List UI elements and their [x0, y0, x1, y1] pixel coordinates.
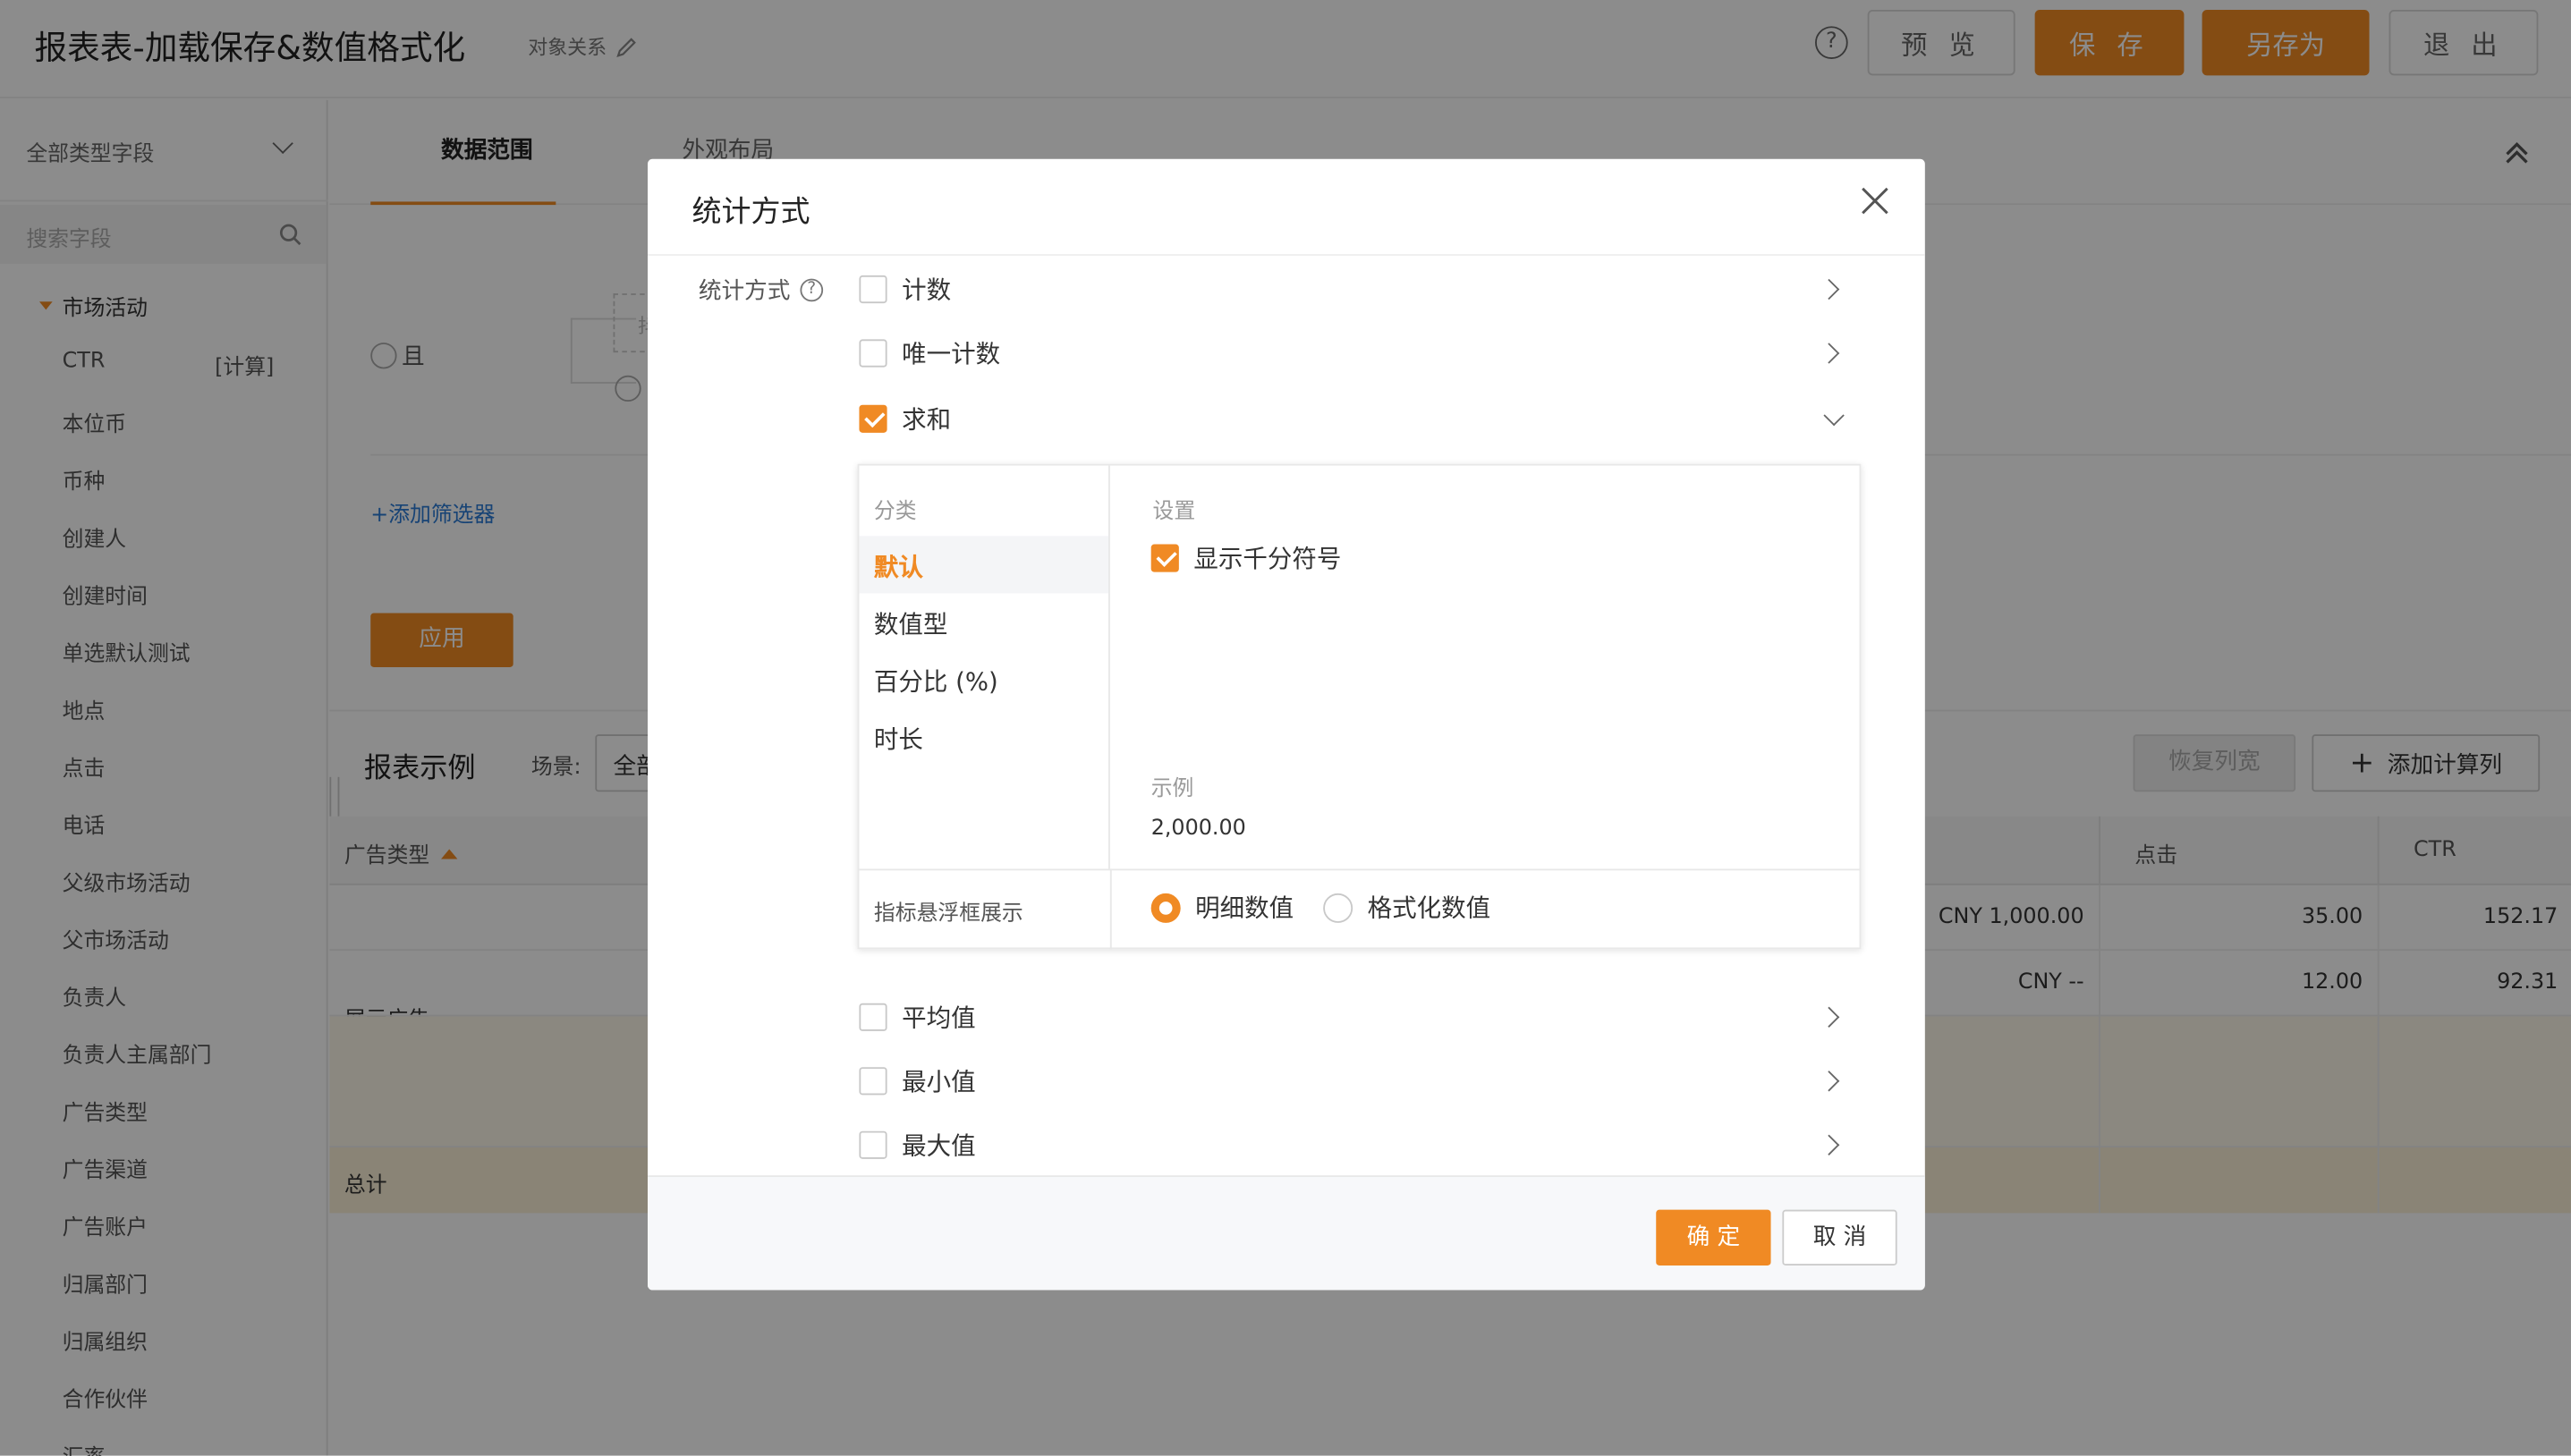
option-sum-label: 求和 [902, 404, 952, 435]
chevron-down-icon[interactable] [1823, 404, 1845, 427]
checkbox-count[interactable] [859, 275, 887, 304]
panel-footer-divider [859, 868, 1862, 871]
confirm-button[interactable]: 确 定 [1656, 1209, 1771, 1266]
radio-detail-value[interactable] [1150, 893, 1181, 923]
chevron-right-icon[interactable] [1818, 1071, 1840, 1092]
dialog-footer: 确 定 取 消 [647, 1175, 1925, 1291]
dialog-header: 统计方式 [647, 159, 1925, 256]
category-duration[interactable]: 时长 [874, 721, 923, 755]
scaled-canvas: 报表表-加载保存&数值格式化 对象关系 ? 预 览 保 存 另存为 退 出 全部… [0, 0, 2571, 1456]
radio-formatted-value-label: 格式化数值 [1367, 893, 1491, 923]
cancel-button[interactable]: 取 消 [1782, 1209, 1897, 1266]
app-root: 报表表-加载保存&数值格式化 对象关系 ? 预 览 保 存 另存为 退 出 全部… [0, 0, 2571, 1456]
dialog-title: 统计方式 [692, 195, 810, 230]
category-default[interactable]: 默认 [859, 536, 1109, 594]
panel-footer-col-divider [1109, 868, 1112, 950]
checkbox-max[interactable] [859, 1130, 887, 1159]
option-unique-count-label: 唯一计数 [902, 339, 1001, 369]
settings-header: 设置 [1152, 500, 1196, 525]
category-column: 分类 默认 数值型 百分比 (%) 时长 [859, 465, 1110, 869]
stat-field-label: 统计方式 ? [698, 274, 824, 307]
category-percent[interactable]: 百分比 (%) [874, 664, 998, 698]
checkbox-unique-count[interactable] [859, 339, 887, 368]
example-value: 2,000.00 [1150, 816, 1246, 842]
category-numeric[interactable]: 数值型 [874, 606, 948, 640]
close-icon[interactable] [1861, 187, 1888, 215]
checkbox-thousand-separator[interactable] [1150, 544, 1179, 572]
radio-detail-value-label: 明细数值 [1195, 893, 1294, 923]
help-icon[interactable]: ? [800, 278, 824, 302]
option-average-label: 平均值 [902, 1003, 976, 1033]
radio-formatted-value[interactable] [1323, 893, 1353, 923]
category-default-label: 默认 [873, 552, 923, 582]
stat-field-label-text: 统计方式 [698, 278, 791, 305]
checkbox-sum[interactable] [859, 404, 887, 433]
format-panel: 分类 默认 数值型 百分比 (%) 时长 设置 显示千分符号 示例 2,000.… [857, 463, 1862, 950]
stat-method-dialog: 统计方式 统计方式 ? 计数 唯一计数 求和 分类 默认 数值型 百分比 (%)… [647, 158, 1925, 1291]
option-max-label: 最大值 [902, 1130, 976, 1161]
option-min-label: 最小值 [902, 1067, 976, 1097]
chevron-right-icon[interactable] [1818, 1006, 1840, 1028]
thousand-separator-label: 显示千分符号 [1193, 544, 1342, 574]
checkbox-average[interactable] [859, 1003, 887, 1031]
category-header: 分类 [873, 500, 917, 525]
example-label: 示例 [1150, 776, 1194, 802]
chevron-right-icon[interactable] [1818, 278, 1840, 301]
chevron-right-icon[interactable] [1818, 1134, 1840, 1155]
chevron-right-icon[interactable] [1818, 343, 1840, 364]
tooltip-display-label: 指标悬浮框展示 [873, 902, 1023, 927]
checkbox-min[interactable] [859, 1067, 887, 1096]
option-count-label: 计数 [902, 275, 952, 305]
